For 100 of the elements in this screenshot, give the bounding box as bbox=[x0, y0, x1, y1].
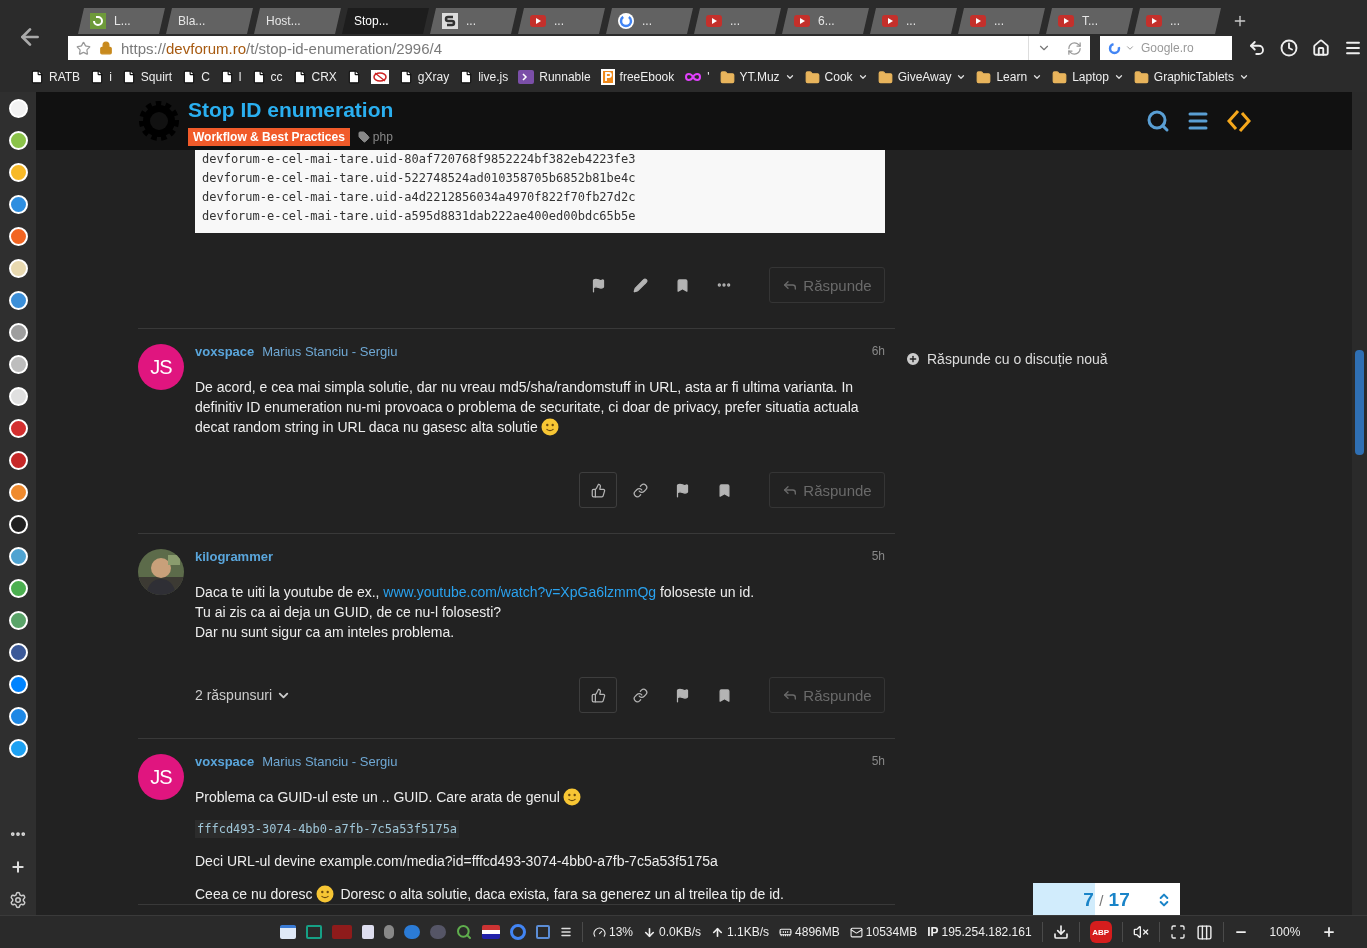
app-icon[interactable] bbox=[8, 643, 28, 662]
bookmark-folder[interactable]: YT.Muz bbox=[719, 69, 795, 85]
star-icon[interactable] bbox=[76, 40, 91, 56]
post-text: De acord, e cea mai simpla solutie, dar nu vreau md5/sha/randomstuff in URL, asta ar fi ultima varianta. In definitiv ID enumeration nu-mi provoaca o problema de securitate, ci doar de privacy, prefer situatia actuala decat random string in URL daca nu gasesc alta solutie bbox=[195, 378, 860, 437]
search-field[interactable]: Google.ro bbox=[1100, 36, 1232, 60]
page-icon bbox=[459, 70, 474, 84]
app-icon[interactable] bbox=[8, 355, 28, 374]
app-icon[interactable] bbox=[8, 515, 28, 534]
browser-tab[interactable]: ... bbox=[518, 8, 605, 34]
app-icon[interactable] bbox=[8, 611, 28, 630]
search-icon[interactable] bbox=[1146, 109, 1170, 133]
bookmark[interactable]: ' bbox=[684, 70, 710, 84]
bookmark-icon bbox=[674, 277, 690, 293]
add-icon[interactable] bbox=[10, 859, 26, 875]
bookmark[interactable]: RATB bbox=[30, 70, 81, 84]
app-icon[interactable] bbox=[8, 387, 28, 406]
app-icon[interactable] bbox=[8, 579, 28, 598]
bookmark[interactable]: l bbox=[219, 70, 242, 84]
app-icon[interactable] bbox=[8, 99, 28, 118]
settings-icon[interactable] bbox=[9, 891, 27, 909]
download-icon[interactable] bbox=[1052, 924, 1069, 940]
browser-tab[interactable]: ... bbox=[694, 8, 781, 34]
bookmark[interactable]: freeEbook bbox=[600, 69, 675, 85]
bookmark[interactable] bbox=[370, 70, 389, 84]
calendar-icon[interactable] bbox=[280, 925, 296, 939]
browser-tab[interactable]: ... bbox=[606, 8, 693, 34]
app-icon[interactable] bbox=[8, 451, 28, 470]
bookmark[interactable] bbox=[346, 70, 361, 84]
app-icon[interactable] bbox=[8, 227, 28, 246]
menu-icon[interactable] bbox=[1344, 39, 1362, 57]
bookmark[interactable]: cc bbox=[251, 70, 283, 84]
reload-icon[interactable] bbox=[1067, 40, 1082, 56]
new-tab-icon[interactable] bbox=[1232, 13, 1248, 29]
mute-icon[interactable] bbox=[1132, 924, 1149, 940]
app-icon[interactable] bbox=[8, 707, 28, 726]
bookmark[interactable]: i bbox=[90, 70, 112, 84]
bookmark-folder[interactable]: GiveAway bbox=[877, 69, 967, 85]
new-topic-reply-button[interactable]: Răspunde cu o discuție nouă bbox=[905, 351, 1108, 367]
bookmark-folder[interactable]: Laptop bbox=[1052, 69, 1124, 85]
bookmark[interactable]: Squirt bbox=[121, 70, 173, 84]
search-icon[interactable] bbox=[456, 924, 472, 940]
username[interactable]: kilogrammer bbox=[195, 548, 274, 564]
app-icon[interactable] bbox=[8, 675, 28, 694]
category-badge[interactable]: Workflow & Best Practices bbox=[188, 128, 350, 146]
app-icon[interactable] bbox=[8, 323, 28, 342]
bookmark[interactable]: C bbox=[182, 70, 210, 84]
app-icon[interactable] bbox=[8, 259, 28, 278]
bookmark-folder[interactable]: Learn bbox=[976, 69, 1043, 85]
avatar[interactable]: JS bbox=[138, 754, 184, 800]
bookmark[interactable]: CRX bbox=[292, 70, 337, 84]
app-icon[interactable] bbox=[8, 195, 28, 214]
topic-title[interactable]: Stop ID enumeration bbox=[188, 98, 394, 122]
avatar[interactable]: JS bbox=[138, 344, 184, 390]
bookmark-icon bbox=[716, 482, 732, 498]
link[interactable]: www.youtube.com/watch?v=XpGa6lzmmQg bbox=[383, 584, 657, 600]
columns-icon[interactable] bbox=[1195, 923, 1213, 941]
home-icon[interactable] bbox=[1312, 39, 1330, 57]
browser-tab[interactable]: ... bbox=[1134, 8, 1221, 34]
flag-icon[interactable] bbox=[482, 925, 500, 939]
replies-toggle[interactable]: 2 răspunsuri bbox=[195, 687, 292, 703]
browser-tab[interactable]: 6... bbox=[782, 8, 869, 34]
bookmark[interactable]: live.js bbox=[459, 70, 509, 84]
logo-icon[interactable] bbox=[1226, 108, 1252, 134]
post-time: 5h bbox=[871, 754, 885, 768]
fullscreen-icon[interactable] bbox=[1169, 924, 1186, 940]
tag[interactable]: php bbox=[372, 130, 393, 144]
download-arrow-icon bbox=[643, 925, 657, 939]
browser-tab[interactable]: ... bbox=[958, 8, 1045, 34]
bookmark[interactable]: Runnable bbox=[518, 70, 591, 84]
adblock-badge[interactable]: ABP bbox=[1089, 921, 1112, 943]
zoom-in-icon[interactable] bbox=[1322, 925, 1337, 939]
browser-tab[interactable]: ... bbox=[430, 8, 517, 34]
app-icon[interactable] bbox=[8, 419, 28, 438]
app-icon[interactable] bbox=[8, 163, 28, 182]
app-icon[interactable] bbox=[8, 547, 28, 566]
menu-icon[interactable] bbox=[560, 926, 572, 938]
timeline-control[interactable]: 7 / 17 bbox=[1033, 883, 1180, 915]
like-button[interactable] bbox=[579, 677, 617, 713]
browser-tab[interactable]: Host... bbox=[254, 8, 341, 34]
browser-tab[interactable]: L... bbox=[78, 8, 165, 34]
upload-arrow-icon bbox=[711, 925, 725, 939]
address-field[interactable]: https://devforum.ro/t/stop-id-enumeration/2996/4 bbox=[68, 36, 1090, 60]
app-icon[interactable] bbox=[8, 131, 28, 150]
like-button[interactable] bbox=[579, 472, 617, 508]
undo-icon[interactable] bbox=[1248, 39, 1266, 57]
app-icon[interactable] bbox=[8, 739, 28, 758]
browser-tab[interactable]: T... bbox=[1046, 8, 1133, 34]
username[interactable]: voxspace bbox=[195, 753, 255, 769]
app-icon[interactable] bbox=[8, 291, 28, 310]
browser-tab[interactable]: ... bbox=[870, 8, 957, 34]
window-icon[interactable] bbox=[306, 925, 322, 939]
username[interactable]: voxspace bbox=[195, 343, 255, 359]
scrollbar-thumb[interactable] bbox=[1355, 350, 1364, 455]
browser-tab[interactable]: Stop... bbox=[342, 8, 429, 34]
bookmark-folder[interactable]: GraphicTablets bbox=[1133, 69, 1249, 85]
app-icon[interactable] bbox=[8, 483, 28, 502]
browser-tab[interactable]: Bla... bbox=[166, 8, 253, 34]
bookmark[interactable]: gXray bbox=[398, 70, 450, 84]
bookmark-folder[interactable]: Cook bbox=[804, 69, 868, 85]
history-icon[interactable] bbox=[1280, 39, 1298, 57]
